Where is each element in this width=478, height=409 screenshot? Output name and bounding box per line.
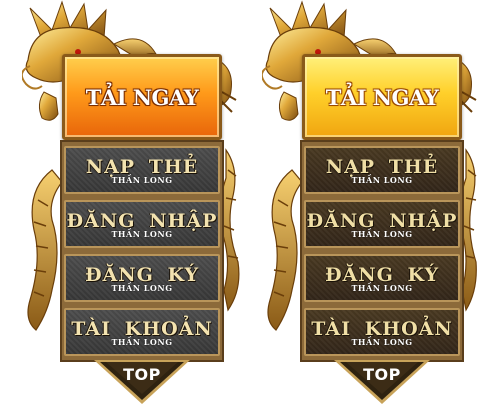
menu-item-topup[interactable]: NẠP THẺ THẦN LONG xyxy=(304,146,460,194)
menu-item-subtitle: THẦN LONG xyxy=(111,228,173,239)
back-to-top-label: TOP xyxy=(123,365,161,384)
menu-item-subtitle: THẦN LONG xyxy=(111,174,173,185)
menu-item-login[interactable]: ĐĂNG NHẬP THẦN LONG xyxy=(304,200,460,248)
menu-item-title: TÀI KHOẢN xyxy=(311,317,453,340)
download-now-label: TẢI NGAY xyxy=(85,84,199,110)
menu-item-login[interactable]: ĐĂNG NHẬP THẦN LONG xyxy=(64,200,220,248)
menu-item-account[interactable]: TÀI KHOẢN THẦN LONG xyxy=(64,308,220,356)
menu-item-title: ĐĂNG KÝ xyxy=(324,263,440,286)
menu-item-subtitle: THẦN LONG xyxy=(351,336,413,347)
sidebar-panel-normal: TẢI NGAY NẠP THẺ THẦN LONG ĐĂNG NHẬP THẦ… xyxy=(22,0,242,409)
menu-item-subtitle: THẦN LONG xyxy=(351,282,413,293)
menu-item-subtitle: THẦN LONG xyxy=(111,336,173,347)
menu-item-register[interactable]: ĐĂNG KÝ THẦN LONG xyxy=(304,254,460,302)
sidebar-panel-hover: TẢI NGAY NẠP THẺ THẦN LONG ĐĂNG NHẬP THẦ… xyxy=(262,0,478,409)
menu-item-title: NẠP THẺ xyxy=(325,155,439,178)
menu-item-title: ĐĂNG NHẬP xyxy=(66,209,218,232)
menu-item-topup[interactable]: NẠP THẺ THẦN LONG xyxy=(64,146,220,194)
back-to-top-button[interactable]: TOP xyxy=(332,360,432,406)
sidebar-showcase: TẢI NGAY NẠP THẺ THẦN LONG ĐĂNG NHẬP THẦ… xyxy=(0,0,478,409)
menu-item-title: NẠP THẺ xyxy=(85,155,199,178)
menu-item-title: TÀI KHOẢN xyxy=(71,317,213,340)
back-to-top-label: TOP xyxy=(363,365,401,384)
menu-item-subtitle: THẦN LONG xyxy=(351,174,413,185)
download-now-button[interactable]: TẢI NGAY xyxy=(62,54,222,140)
menu-item-subtitle: THẦN LONG xyxy=(351,228,413,239)
back-to-top-button[interactable]: TOP xyxy=(92,360,192,406)
download-now-label: TẢI NGAY xyxy=(325,84,439,110)
menu-item-title: ĐĂNG KÝ xyxy=(84,263,200,286)
menu-item-subtitle: THẦN LONG xyxy=(111,282,173,293)
menu-item-register[interactable]: ĐĂNG KÝ THẦN LONG xyxy=(64,254,220,302)
download-now-button[interactable]: TẢI NGAY xyxy=(302,54,462,140)
menu-item-account[interactable]: TÀI KHOẢN THẦN LONG xyxy=(304,308,460,356)
menu-item-title: ĐĂNG NHẬP xyxy=(306,209,458,232)
